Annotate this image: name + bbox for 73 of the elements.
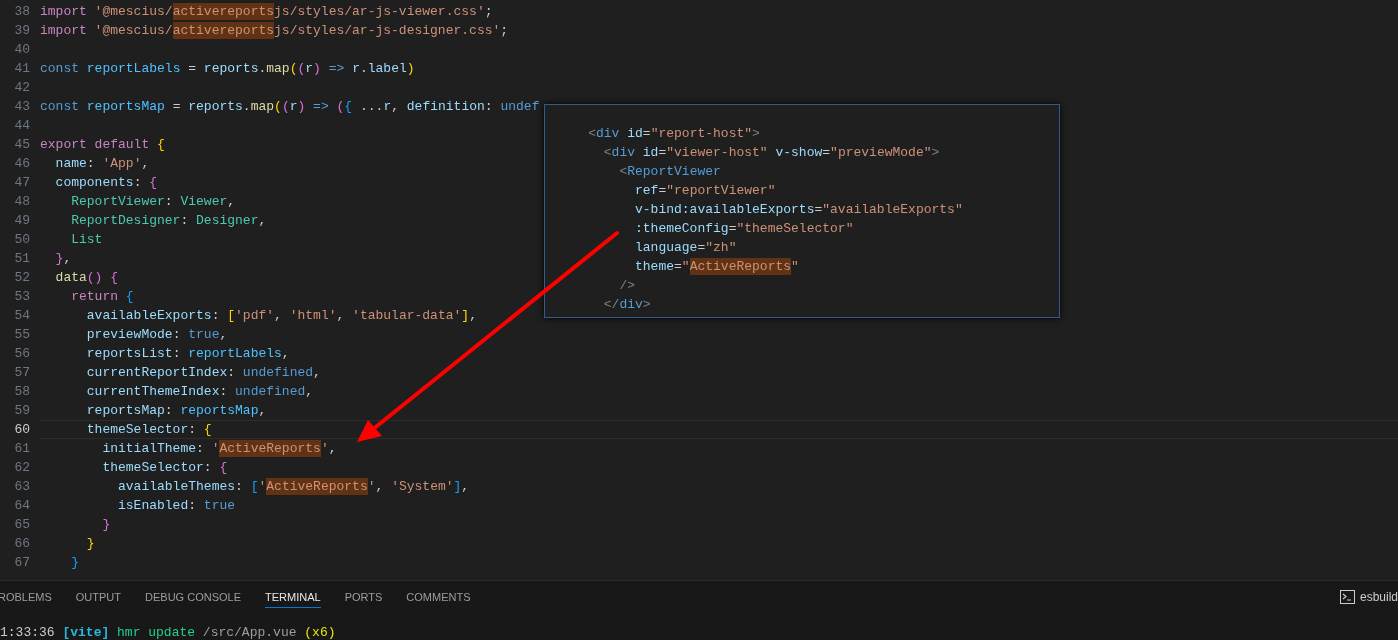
line-number: 65 [13, 517, 30, 532]
code-line: components: { [54, 174, 158, 191]
code-line: :themeConfig="themeSelector" [634, 220, 854, 237]
code-line: }, [54, 250, 72, 267]
line-number: 42 [13, 80, 30, 95]
code-line: } [70, 554, 79, 571]
line-number: 54 [13, 308, 30, 323]
code-line: export default { [40, 136, 165, 153]
code-line: themeSelector: { [101, 459, 228, 476]
code-line: ref="reportViewer" [634, 182, 776, 199]
code-line: language="zh" [634, 239, 737, 256]
code-line: List [70, 231, 103, 248]
terminal-icon [1339, 589, 1355, 604]
line-number: 67 [13, 555, 30, 570]
code-line: const reportsMap = reports.map((r) => ({ ...r, definition: undef [40, 98, 540, 115]
panel-tab[interactable]: DEBUG CONSOLE [145, 585, 241, 608]
terminal-output: 1:33:36 [vite] hmr update /src/App.vue (x6) [0, 625, 336, 640]
line-number: 49 [13, 213, 30, 228]
code-line: reportsMap: reportsMap, [85, 402, 267, 419]
panel-tab[interactable]: COMMENTS [406, 585, 471, 608]
code-line: return { [70, 288, 134, 305]
code-line: <ReportViewer [618, 163, 721, 180]
line-number: 52 [13, 270, 30, 285]
panel-tab[interactable]: OUTPUT [75, 585, 122, 608]
code-line: <div id="report-host"> [587, 125, 760, 142]
line-number: 45 [13, 137, 30, 152]
terminal-button[interactable]: esbuild [1339, 589, 1398, 604]
line-number: 50 [13, 232, 30, 247]
line-number: 43 [13, 99, 30, 114]
code-line: currentThemeIndex: undefined, [85, 383, 314, 400]
code-line: currentReportIndex: undefined, [85, 364, 321, 381]
code-line: availableThemes: ['ActiveReports', 'System'], [117, 478, 470, 495]
line-number: 56 [13, 346, 30, 361]
code-line: /> [618, 277, 635, 294]
line-number: 59 [13, 403, 30, 418]
line-number: 62 [13, 460, 30, 475]
code-line: availableExports: ['pdf', 'html', 'tabular-data'], [85, 307, 477, 324]
code-line: ReportDesigner: Designer, [70, 212, 267, 229]
line-number: 51 [13, 251, 30, 266]
line-number: 61 [13, 441, 30, 456]
line-number: 66 [13, 536, 30, 551]
code-line: </div> [602, 296, 651, 313]
line-number: 63 [13, 479, 30, 494]
code-line: name: 'App', [54, 155, 150, 172]
code-line: previewMode: true, [85, 326, 228, 343]
line-number: 60 [13, 422, 30, 437]
panel-tab[interactable]: PORTS [344, 585, 383, 608]
line-number: 48 [13, 194, 30, 209]
line-number: 57 [13, 365, 30, 380]
line-number: 55 [13, 327, 30, 342]
line-number: 38 [13, 4, 30, 19]
code-line: } [101, 516, 111, 533]
code-line: themeSelector: { [85, 421, 212, 438]
code-line: isEnabled: true [117, 497, 236, 514]
line-number: 40 [13, 42, 30, 57]
code-line: <div id="viewer-host" v-show="previewMode"> [602, 144, 940, 161]
line-number: 44 [13, 118, 30, 133]
code-line: const reportLabels = reports.map((r) => r.label) [40, 60, 415, 77]
code-line: theme="ActiveReports" [634, 258, 799, 275]
line-number: 64 [13, 498, 30, 513]
line-number: 53 [13, 289, 30, 304]
code-line: initialTheme: 'ActiveReports', [101, 440, 337, 457]
line-number: 41 [13, 61, 30, 76]
code-line: reportsList: reportLabels, [85, 345, 290, 362]
code-line: v-bind:availableExports="availableExports" [634, 201, 963, 218]
code-line: data() { [54, 269, 119, 286]
code-line: } [85, 535, 95, 552]
line-number: 46 [13, 156, 30, 171]
line-number: 58 [13, 384, 30, 399]
panel-tab[interactable]: TERMINAL [265, 585, 321, 608]
line-number: 39 [13, 23, 30, 38]
line-number: 47 [13, 175, 30, 190]
code-line: ReportViewer: Viewer, [70, 193, 236, 210]
